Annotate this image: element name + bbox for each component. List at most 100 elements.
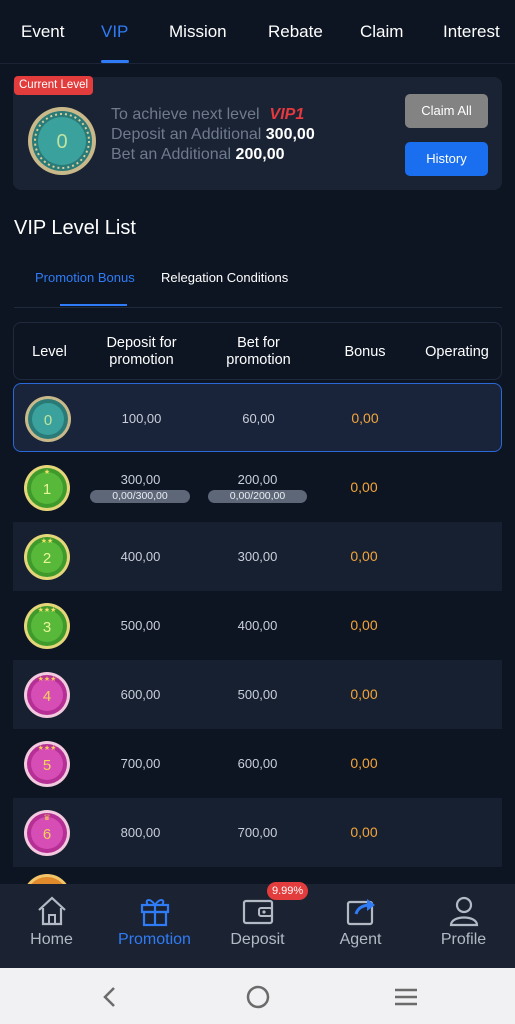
bonus-value: 0,00 xyxy=(351,410,379,426)
nav-deposit[interactable]: 9.99% Deposit xyxy=(206,882,309,968)
bet-value: 60,00 xyxy=(242,411,275,426)
deposit-value: 700,00 xyxy=(120,756,161,771)
nav-home-label: Home xyxy=(30,931,73,948)
nav-promotion[interactable]: Promotion xyxy=(103,884,206,968)
system-nav-bar xyxy=(0,968,515,1024)
claim-all-button[interactable]: Claim All xyxy=(405,94,488,128)
svg-text:0: 0 xyxy=(56,131,67,153)
bonus-value: 0,00 xyxy=(350,824,378,840)
bottom-nav-bar: Home Promotion 9.99% Deposit Agent Profi… xyxy=(0,882,515,968)
nav-home[interactable]: Home xyxy=(0,884,103,968)
nav-agent[interactable]: Agent xyxy=(309,884,412,968)
deposit-value: 300,00 xyxy=(120,472,161,487)
table-row: ♛ 6 800,00 700,00 0,00 xyxy=(13,798,502,867)
header-bonus: Bonus xyxy=(344,343,386,360)
svg-text:♛: ♛ xyxy=(43,813,50,822)
next-level-line: To achieve next level VIP1 xyxy=(111,106,304,124)
deposit-value: 600,00 xyxy=(120,687,161,702)
home-circle-icon[interactable] xyxy=(243,982,273,1012)
vip-3-medal-icon: ★★★ 3 xyxy=(24,603,70,649)
next-level-text: To achieve next level xyxy=(111,106,260,123)
active-tab-indicator xyxy=(101,60,129,63)
bonus-value: 0,00 xyxy=(350,548,378,564)
svg-text:★: ★ xyxy=(44,468,50,476)
header-operating: Operating xyxy=(425,343,489,360)
vip-table-header: Level Deposit for promotion Bet for promot… xyxy=(13,322,502,380)
bet-progress-pill: 0,00/200,00 xyxy=(208,490,307,503)
vip-7-medal-icon xyxy=(23,874,71,884)
gift-icon xyxy=(140,899,170,927)
header-level: Level xyxy=(32,343,67,360)
current-level-badge: Current Level xyxy=(14,76,94,95)
vip-level-list-title: VIP Level List xyxy=(14,217,136,239)
deposit-value: 100,00 xyxy=(121,411,162,426)
table-row: ★★★ 5 700,00 600,00 0,00 xyxy=(13,729,502,798)
svg-text:4: 4 xyxy=(43,688,51,705)
subtab-divider xyxy=(14,307,502,308)
wallet-icon xyxy=(242,899,274,925)
bonus-value: 0,00 xyxy=(350,479,378,495)
svg-text:6: 6 xyxy=(43,826,51,843)
nav-agent-label: Agent xyxy=(339,931,382,948)
tab-vip[interactable]: VIP xyxy=(101,0,128,64)
deposit-value: 400,00 xyxy=(120,549,161,564)
table-row: ★★★ 3 500,00 400,00 0,00 xyxy=(13,591,502,660)
active-subtab-indicator xyxy=(60,304,127,306)
svg-text:★★: ★★ xyxy=(41,537,54,545)
table-row: ★ 1 300,00 0,00/300,00 200,00 0,00/200,0… xyxy=(13,453,502,522)
bet-value: 200,00 xyxy=(237,472,278,487)
svg-text:2: 2 xyxy=(43,550,51,567)
bet-required-line: Bet an Additional 200,00 xyxy=(111,146,284,164)
vip-0-medal-icon: 0 xyxy=(25,396,71,442)
vip-screen: Event VIP Mission Rebate Claim Interest … xyxy=(0,0,515,1024)
vip-6-medal-icon: ♛ 6 xyxy=(24,810,70,856)
nav-deposit-label: Deposit xyxy=(230,931,285,948)
user-icon xyxy=(449,896,479,927)
bet-value: 500,00 xyxy=(237,687,278,702)
bet-value: 600,00 xyxy=(237,756,278,771)
tab-claim[interactable]: Claim xyxy=(360,0,403,64)
deposit-value: 500,00 xyxy=(120,618,161,633)
bet-required-value: 200,00 xyxy=(235,146,285,163)
nav-promotion-label: Promotion xyxy=(118,931,191,948)
deposit-required-text: Deposit an Additional xyxy=(111,126,262,143)
bonus-value: 0,00 xyxy=(350,755,378,771)
vip-4-medal-icon: ★★★ 4 xyxy=(24,672,70,718)
vip-2-medal-icon: ★★ 2 xyxy=(24,534,70,580)
svg-text:3: 3 xyxy=(43,619,51,636)
nav-profile-label: Profile xyxy=(440,931,487,948)
vip-0-medal-icon: 0 xyxy=(28,107,96,175)
home-icon xyxy=(38,896,66,926)
top-tab-bar: Event VIP Mission Rebate Claim Interest xyxy=(0,0,515,64)
subtab-relegation-conditions[interactable]: Relegation Conditions xyxy=(161,270,288,285)
bonus-value: 0,00 xyxy=(350,617,378,633)
bonus-value: 0,00 xyxy=(350,686,378,702)
bet-value: 700,00 xyxy=(237,825,278,840)
tab-mission[interactable]: Mission xyxy=(169,0,227,64)
svg-text:1: 1 xyxy=(43,481,51,498)
svg-text:★★★: ★★★ xyxy=(38,606,57,614)
deposit-bonus-badge: 9.99% xyxy=(267,882,309,900)
table-row: ★★★ 4 600,00 500,00 0,00 xyxy=(13,660,502,729)
current-level-card: Current Level 0 To achieve next level VIP… xyxy=(13,76,502,190)
bet-required-text: Bet an Additional xyxy=(111,146,232,163)
tab-interest[interactable]: Interest xyxy=(443,0,500,64)
recents-menu-icon[interactable] xyxy=(391,982,421,1012)
tab-event[interactable]: Event xyxy=(21,0,64,64)
subtab-promotion-bonus[interactable]: Promotion Bonus xyxy=(35,270,135,285)
svg-text:★★★: ★★★ xyxy=(38,675,57,683)
svg-text:0: 0 xyxy=(44,412,52,429)
share-icon xyxy=(346,899,375,926)
header-deposit: Deposit for promotion xyxy=(106,335,177,368)
table-row[interactable]: 0 100,00 60,00 0,00 xyxy=(13,383,502,452)
deposit-required-value: 300,00 xyxy=(265,126,315,143)
nav-profile[interactable]: Profile xyxy=(412,884,515,968)
vip-5-medal-icon: ★★★ 5 xyxy=(24,741,70,787)
deposit-value: 800,00 xyxy=(120,825,161,840)
history-button[interactable]: History xyxy=(405,142,488,176)
vip-1-medal-icon: ★ 1 xyxy=(24,465,70,511)
header-bet: Bet for promotion xyxy=(226,335,291,368)
svg-text:5: 5 xyxy=(43,757,51,774)
back-icon[interactable] xyxy=(95,982,125,1012)
tab-rebate[interactable]: Rebate xyxy=(268,0,323,64)
